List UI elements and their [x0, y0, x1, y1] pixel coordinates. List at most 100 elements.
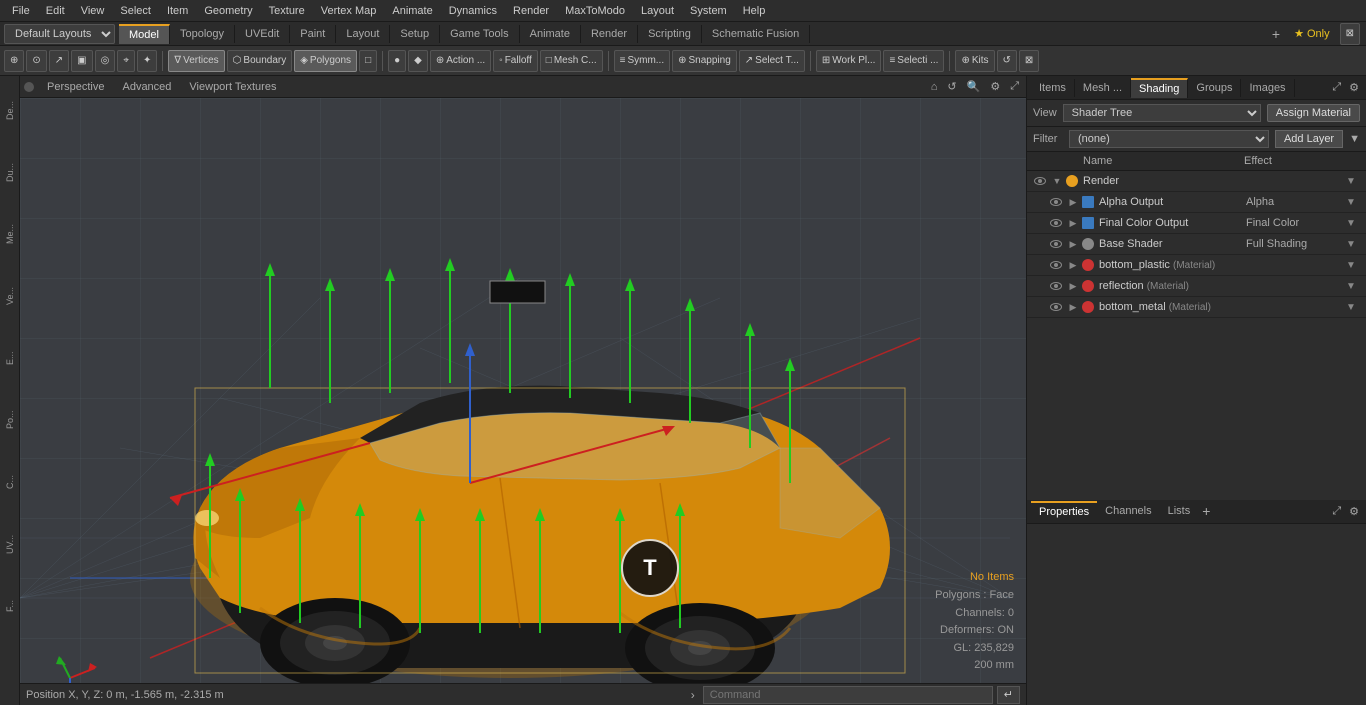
toolbar-action-btn[interactable]: ⊕ Action ...: [430, 50, 491, 72]
toolbar-snapping-btn[interactable]: ⊕ Snapping: [672, 50, 737, 72]
toolbar-lasso-sel[interactable]: ⌖: [117, 50, 135, 72]
panel-expand-icon[interactable]: ⤢: [1329, 80, 1344, 95]
prop-tab-lists[interactable]: Lists: [1160, 502, 1199, 520]
bottom-metal-visibility-btn[interactable]: [1047, 300, 1065, 314]
shader-row-bottom-metal[interactable]: ▶ bottom_metal (Material) ▼: [1027, 297, 1366, 318]
add-layer-dropdown[interactable]: ▼: [1349, 133, 1360, 145]
toolbar-selecti-btn[interactable]: ≡ Selecti ...: [883, 50, 944, 72]
add-layer-button[interactable]: Add Layer: [1275, 130, 1343, 148]
toolbar-workpl-btn[interactable]: ⊞ Work Pl...: [816, 50, 882, 72]
menu-maxtomodo[interactable]: MaxToModo: [557, 3, 633, 19]
toolbar-vertices-btn[interactable]: ∇ Vertices: [168, 50, 224, 72]
prop-tab-properties[interactable]: Properties: [1031, 501, 1097, 521]
sidebar-item-ve[interactable]: Ve...: [2, 266, 18, 326]
menu-geometry[interactable]: Geometry: [196, 3, 260, 19]
layout-tab-layout[interactable]: Layout: [336, 25, 390, 43]
menu-edit[interactable]: Edit: [38, 3, 73, 19]
layout-tab-render[interactable]: Render: [581, 25, 638, 43]
shader-row-bottom-plastic[interactable]: ▶ bottom_plastic (Material) ▼: [1027, 255, 1366, 276]
shader-row-render[interactable]: ▼ Render ▼: [1027, 171, 1366, 192]
toolbar-dot2[interactable]: ◆: [408, 50, 428, 72]
layout-tab-topology[interactable]: Topology: [170, 25, 235, 43]
shader-row-base-shader[interactable]: ▶ Base Shader Full Shading ▼: [1027, 234, 1366, 255]
view-select[interactable]: Shader Tree: [1063, 104, 1261, 122]
toolbar-polygons-btn[interactable]: ◈ Polygons: [294, 50, 357, 72]
menu-system[interactable]: System: [682, 3, 735, 19]
reflection-visibility-btn[interactable]: [1047, 279, 1065, 293]
reflection-expand-btn[interactable]: ▶: [1065, 281, 1081, 292]
toolbar-kits-btn[interactable]: ⊕ Kits: [955, 50, 994, 72]
menu-select[interactable]: Select: [112, 3, 159, 19]
menu-dynamics[interactable]: Dynamics: [441, 3, 505, 19]
sidebar-item-me[interactable]: Me...: [2, 204, 18, 264]
toolbar-rect-sel[interactable]: ▣: [71, 50, 92, 72]
toolbar-close-btn[interactable]: ⊠: [1019, 50, 1039, 72]
sidebar-item-c[interactable]: C...: [2, 452, 18, 512]
layout-tab-schematic-fusion[interactable]: Schematic Fusion: [702, 25, 810, 43]
3d-viewport[interactable]: T: [20, 98, 1026, 683]
reflection-arrow[interactable]: ▼: [1346, 281, 1362, 292]
menu-layout[interactable]: Layout: [633, 3, 682, 19]
viewport-tab-advanced[interactable]: Advanced: [114, 79, 179, 95]
bottom-plastic-visibility-btn[interactable]: [1047, 258, 1065, 272]
toolbar-dot1[interactable]: ●: [388, 50, 406, 72]
menu-item[interactable]: Item: [159, 3, 196, 19]
star-only-label[interactable]: ★ Only: [1288, 25, 1336, 42]
layout-tab-uvedit[interactable]: UVEdit: [235, 25, 290, 43]
base-shader-visibility-btn[interactable]: [1047, 237, 1065, 251]
viewport-tab-perspective[interactable]: Perspective: [39, 79, 112, 95]
prop-settings-icon[interactable]: ⚙: [1346, 504, 1362, 519]
prop-tab-add[interactable]: +: [1198, 503, 1214, 519]
shader-row-reflection[interactable]: ▶ reflection (Material) ▼: [1027, 276, 1366, 297]
toolbar-boundary-btn[interactable]: ⬡ Boundary: [227, 50, 293, 72]
layout-tab-paint[interactable]: Paint: [290, 25, 336, 43]
toolbar-radial-sel[interactable]: ◎: [95, 50, 116, 72]
toolbar-arrow-sel[interactable]: ↗: [49, 50, 69, 72]
filter-select[interactable]: (none): [1069, 130, 1269, 148]
toolbar-elem-move[interactable]: ✦: [137, 50, 157, 72]
bottom-metal-arrow[interactable]: ▼: [1346, 302, 1362, 313]
toolbar-sq-btn[interactable]: □: [359, 50, 377, 72]
shader-row-final-color[interactable]: ▶ Final Color Output Final Color ▼: [1027, 213, 1366, 234]
viewport-ctrl-home[interactable]: ⌂: [928, 80, 941, 94]
toolbar-circle-sel[interactable]: ⊙: [26, 50, 46, 72]
layout-tab-game-tools[interactable]: Game Tools: [440, 25, 520, 43]
viewport-ctrl-rotate[interactable]: ↺: [944, 79, 959, 94]
command-go-button[interactable]: ↵: [997, 686, 1020, 704]
prop-tab-channels[interactable]: Channels: [1097, 502, 1159, 520]
sidebar-item-e[interactable]: E...: [2, 328, 18, 388]
viewport-tab-textures[interactable]: Viewport Textures: [181, 79, 284, 95]
panel-tab-shading[interactable]: Shading: [1131, 78, 1188, 98]
alpha-expand-btn[interactable]: ▶: [1065, 197, 1081, 208]
menu-file[interactable]: File: [4, 3, 38, 19]
sidebar-item-de[interactable]: De...: [2, 80, 18, 140]
render-arrow[interactable]: ▼: [1346, 176, 1362, 187]
sidebar-item-du[interactable]: Du...: [2, 142, 18, 202]
menu-texture[interactable]: Texture: [261, 3, 313, 19]
shader-row-alpha[interactable]: ▶ Alpha Output Alpha ▼: [1027, 192, 1366, 213]
alpha-visibility-btn[interactable]: [1047, 195, 1065, 209]
sidebar-item-f[interactable]: F...: [2, 576, 18, 636]
toolbar-rotate-btn[interactable]: ↺: [997, 50, 1017, 72]
layout-tab-animate[interactable]: Animate: [520, 25, 581, 43]
render-expand-btn[interactable]: ▼: [1049, 176, 1065, 186]
toolbar-selectt-btn[interactable]: ↗ Select T...: [739, 50, 805, 72]
toolbar-symm-btn[interactable]: ≡ Symm...: [614, 50, 671, 72]
layout-add-button[interactable]: +: [1268, 24, 1284, 44]
base-shader-arrow[interactable]: ▼: [1346, 239, 1362, 250]
panel-tab-items[interactable]: Items: [1031, 79, 1075, 97]
final-color-expand-btn[interactable]: ▶: [1065, 218, 1081, 229]
bottom-plastic-expand-btn[interactable]: ▶: [1065, 260, 1081, 271]
base-shader-expand-btn[interactable]: ▶: [1065, 239, 1081, 250]
layout-tab-model[interactable]: Model: [119, 24, 170, 44]
viewport-ctrl-expand[interactable]: ⤢: [1007, 79, 1022, 94]
toolbar-meshc-btn[interactable]: □ Mesh C...: [540, 50, 603, 72]
toolbar-global-axis[interactable]: ⊕: [4, 50, 24, 72]
toolbar-falloff-btn[interactable]: ◦ Falloff: [493, 50, 538, 72]
final-color-arrow[interactable]: ▼: [1346, 218, 1362, 229]
sidebar-item-uv[interactable]: UV...: [2, 514, 18, 574]
assign-material-button[interactable]: Assign Material: [1267, 104, 1360, 122]
viewport-ctrl-settings[interactable]: ⚙: [987, 79, 1003, 94]
menu-animate[interactable]: Animate: [384, 3, 440, 19]
command-arrow[interactable]: ›: [687, 687, 699, 703]
